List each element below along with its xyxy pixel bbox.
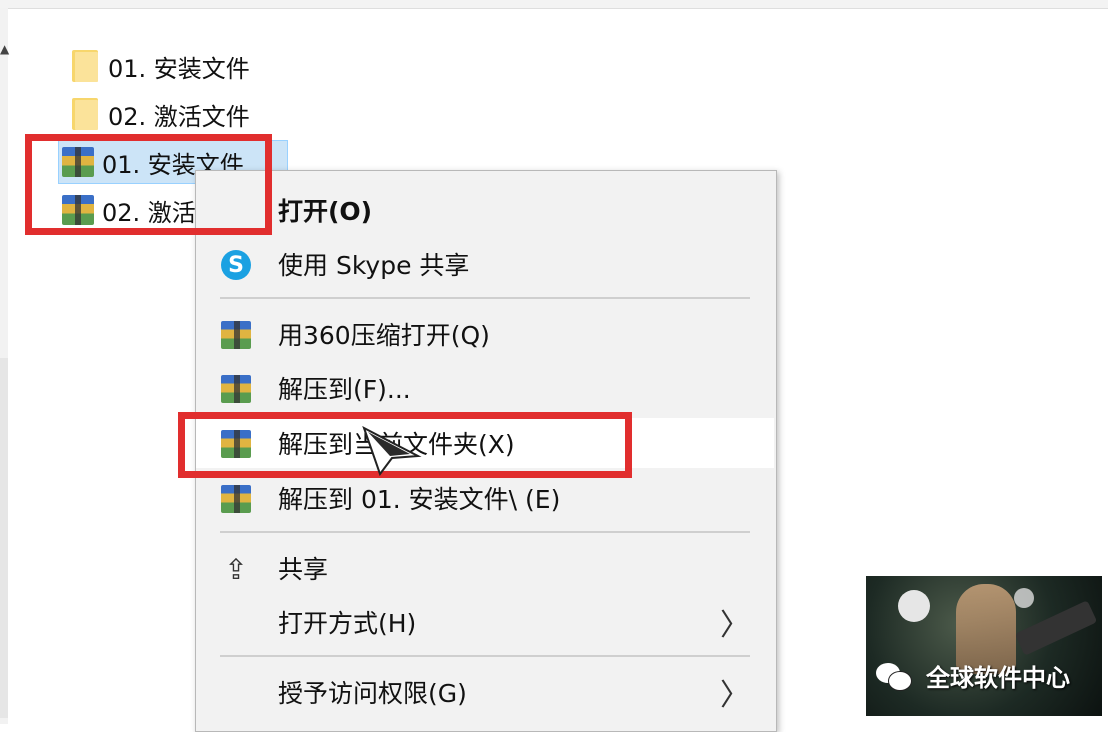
scroll-thumb[interactable] — [0, 358, 8, 718]
menu-item-grant-access[interactable]: 授予访问权限(G) 〉 — [196, 667, 774, 717]
menu-item-label: 打开(O) — [278, 197, 373, 226]
menu-item-extract-to-folder[interactable]: 解压到 01. 安装文件\ (E) — [196, 473, 774, 523]
wechat-icon — [876, 661, 912, 691]
file-item-folder[interactable]: 01. 安装文件 — [70, 46, 250, 86]
archive-icon — [220, 373, 252, 405]
menu-item-label: 解压到 01. 安装文件\ (E) — [278, 485, 561, 514]
folder-icon — [70, 48, 100, 84]
file-item-folder[interactable]: 02. 激活文件 — [70, 94, 250, 134]
menu-item-share[interactable]: ⇪ 共享 — [196, 543, 774, 593]
mouse-pointer-icon — [362, 426, 422, 476]
menu-item-open-with[interactable]: 打开方式(H) 〉 — [196, 597, 774, 647]
menu-item-label: 共享 — [278, 555, 329, 584]
menu-item-extract-to[interactable]: 解压到(F)... — [196, 363, 774, 413]
chevron-right-icon: 〉 — [720, 608, 750, 643]
archive-icon — [220, 319, 252, 351]
menu-item-open[interactable]: 打开(O) — [196, 185, 774, 235]
menu-separator — [220, 297, 750, 299]
menu-item-label: 使用 Skype 共享 — [278, 251, 470, 280]
window-top-border — [0, 0, 1108, 9]
share-icon: ⇪ — [224, 552, 248, 586]
menu-separator — [220, 531, 750, 533]
skype-icon: S — [220, 249, 252, 281]
folder-icon — [70, 96, 100, 132]
file-name: 01. 安装文件 — [108, 54, 250, 83]
menu-item-open-with-360[interactable]: 用360压缩打开(Q) — [196, 309, 774, 359]
menu-item-label: 用360压缩打开(Q) — [278, 321, 490, 350]
scroll-up-arrow-icon[interactable]: ▲ — [0, 42, 9, 56]
annotation-box-selected-files — [25, 134, 272, 235]
chevron-right-icon: 〉 — [720, 678, 750, 713]
left-scrollbar[interactable]: ▲ — [0, 8, 9, 724]
watermark-image: 全球软件中心 — [866, 576, 1102, 716]
menu-item-label: 解压到(F)... — [278, 375, 411, 404]
menu-separator — [220, 655, 750, 657]
menu-item-label: 授予访问权限(G) — [278, 679, 467, 708]
menu-item-skype-share[interactable]: S 使用 Skype 共享 — [196, 239, 774, 289]
menu-item-label: 打开方式(H) — [278, 609, 417, 638]
archive-icon — [220, 483, 252, 515]
watermark-text: 全球软件中心 — [926, 664, 1070, 692]
file-name: 02. 激活文件 — [108, 102, 250, 131]
